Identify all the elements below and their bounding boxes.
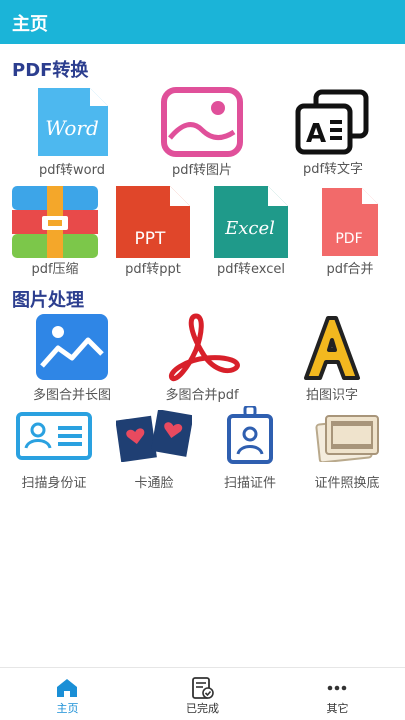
archive-compress-icon: [12, 186, 98, 258]
tool-label: pdf转文字: [302, 162, 364, 177]
tab-label: 主页: [56, 702, 79, 715]
tool-label: 卡通脸: [134, 476, 174, 491]
landscape-image-icon: [36, 314, 108, 380]
image-frame-icon: [161, 87, 243, 157]
more-dots-icon: [327, 685, 347, 691]
tool-label: 多图合并长图: [32, 388, 111, 403]
tool-label: pdf合并: [326, 262, 374, 277]
tool-scan-certificate[interactable]: 扫描证件: [222, 406, 278, 492]
letter-a-icon: [304, 316, 360, 380]
tab-completed[interactable]: 已完成: [135, 668, 270, 720]
svg-text:Excel: Excel: [224, 218, 275, 239]
id-card-icon: [16, 412, 92, 460]
tool-pdf-to-excel[interactable]: Excel pdf转excel: [214, 186, 288, 277]
word-doc-icon: Word: [38, 88, 108, 156]
photo-stack-icon: [315, 415, 379, 462]
section-title-pdf: PDF转换: [12, 60, 89, 81]
tool-id-photo-background[interactable]: 证件照换底: [314, 412, 380, 492]
tool-merge-pdf[interactable]: 多图合并pdf: [162, 312, 242, 403]
tool-pdf-to-word[interactable]: Word pdf转word: [34, 86, 110, 178]
tab-label: 其它: [326, 702, 349, 715]
svg-text:PPT: PPT: [135, 229, 167, 249]
svg-text:A: A: [306, 119, 326, 149]
svg-text:PDF: PDF: [335, 231, 362, 247]
tool-pdf-to-ppt[interactable]: PPT pdf转ppt: [116, 186, 190, 277]
pdf-doc-icon: PDF: [322, 188, 378, 256]
tool-label: pdf转图片: [171, 163, 233, 178]
text-ocr-icon: A: [295, 89, 369, 155]
tool-label: 扫描证件: [223, 476, 276, 491]
tab-home[interactable]: 主页: [0, 668, 135, 720]
tool-photo-ocr[interactable]: 拍图识字: [300, 314, 364, 403]
tool-label: pdf转word: [38, 163, 106, 178]
ppt-doc-icon: PPT: [116, 186, 190, 258]
tool-label: pdf转ppt: [125, 262, 181, 277]
bottom-tab-bar: 主页 已完成 其它: [0, 667, 405, 720]
tool-pdf-to-text[interactable]: A pdf转文字: [294, 88, 372, 177]
tool-pdf-merge[interactable]: PDF pdf合并: [322, 186, 378, 277]
tool-pdf-to-image[interactable]: pdf转图片: [160, 86, 244, 178]
tool-merge-long-image[interactable]: 多图合并长图: [33, 314, 111, 403]
tab-label: 已完成: [186, 702, 219, 715]
tool-cartoon-face[interactable]: 卡通脸: [116, 410, 192, 492]
home-icon: [57, 679, 77, 697]
page-title: 主页: [12, 14, 48, 35]
section-title-image: 图片处理: [12, 290, 84, 311]
film-hearts-icon: [116, 410, 192, 462]
tool-pdf-compress[interactable]: pdf压缩: [12, 186, 98, 277]
checklist-icon: [192, 677, 214, 699]
svg-text:Word: Word: [45, 116, 99, 140]
app-header: 主页: [0, 0, 405, 44]
excel-doc-icon: Excel: [214, 186, 288, 258]
tool-label: 拍图识字: [305, 388, 358, 403]
acrobat-icon: [169, 313, 240, 382]
tool-label: 多图合并pdf: [165, 388, 239, 403]
tool-label: pdf转excel: [216, 262, 286, 277]
tab-other[interactable]: 其它: [270, 668, 405, 720]
tool-label: 证件照换底: [314, 476, 380, 491]
badge-icon: [227, 406, 273, 464]
tool-scan-id-card[interactable]: 扫描身份证: [16, 412, 92, 492]
